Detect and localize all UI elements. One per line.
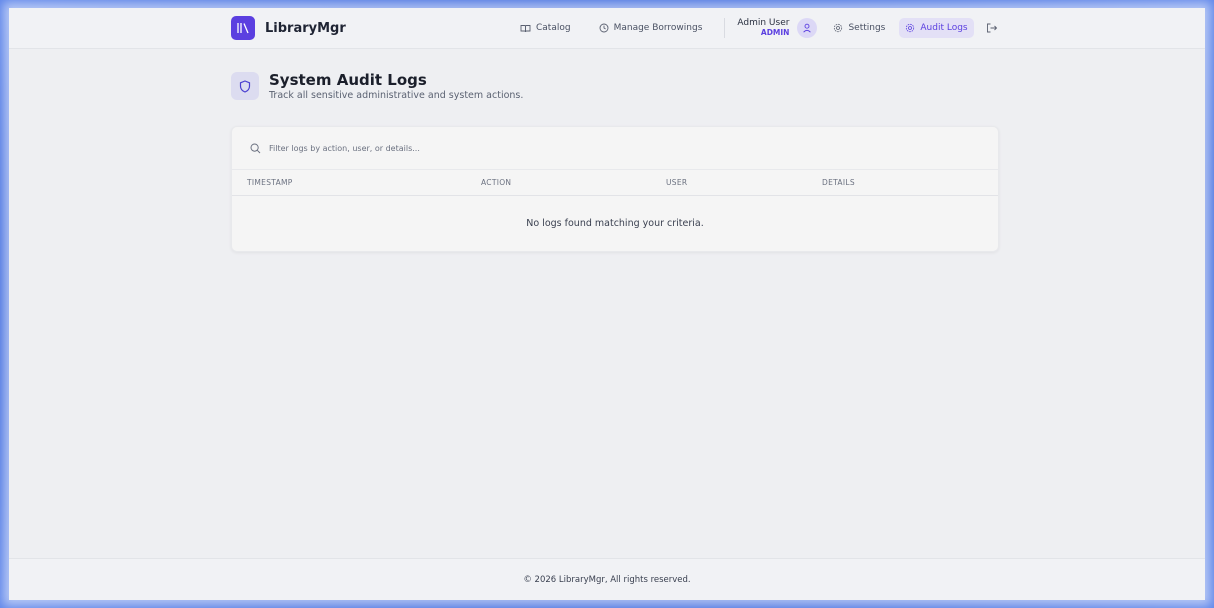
top-navbar: LibraryMgr Catalog Manage Borrowings Adm… xyxy=(9,8,1205,49)
nav-settings[interactable]: Settings xyxy=(827,18,891,38)
app-window: LibraryMgr Catalog Manage Borrowings Adm… xyxy=(9,8,1205,600)
nav-manage-borrowings-label: Manage Borrowings xyxy=(613,23,703,33)
user-icon xyxy=(803,23,812,33)
nav-audit-logs-label: Audit Logs xyxy=(920,23,968,33)
gear-icon xyxy=(906,23,915,33)
user-menu[interactable]: Admin User ADMIN xyxy=(737,18,818,38)
main-nav: Catalog Manage Borrowings Admin User ADM… xyxy=(514,18,1000,38)
filter-bar xyxy=(232,127,998,170)
column-header-action: ACTION xyxy=(481,178,512,187)
page-header: System Audit Logs Track all sensitive ad… xyxy=(231,72,523,101)
page-title: System Audit Logs xyxy=(269,71,427,89)
filter-logs-input[interactable] xyxy=(267,142,871,154)
logout-icon xyxy=(986,23,997,33)
shield-icon xyxy=(231,72,259,100)
logout-button[interactable] xyxy=(984,18,1000,38)
table-header: TIMESTAMP ACTION USER DETAILS xyxy=(232,170,998,196)
search-icon xyxy=(250,143,261,153)
column-header-details: DETAILS xyxy=(822,178,855,187)
column-header-timestamp: TIMESTAMP xyxy=(247,178,293,187)
empty-state-message: No logs found matching your criteria. xyxy=(526,217,704,229)
nav-catalog-label: Catalog xyxy=(536,23,571,33)
library-books-icon xyxy=(231,16,255,40)
page-subtitle: Track all sensitive administrative and s… xyxy=(269,90,524,101)
nav-settings-label: Settings xyxy=(848,23,886,33)
avatar[interactable] xyxy=(797,18,818,38)
user-role-badge: ADMIN xyxy=(760,28,790,37)
nav-manage-borrowings[interactable]: Manage Borrowings xyxy=(593,18,709,38)
gear-icon xyxy=(834,23,843,33)
user-name: Admin User xyxy=(737,18,790,28)
book-open-icon xyxy=(520,24,531,32)
footer-copyright: © 2026 LibraryMgr, All rights reserved. xyxy=(523,575,691,585)
brand[interactable]: LibraryMgr xyxy=(231,16,346,40)
column-header-user: USER xyxy=(666,178,688,187)
clock-icon xyxy=(599,23,609,33)
nav-audit-logs[interactable]: Audit Logs xyxy=(899,18,974,38)
nav-divider xyxy=(724,18,726,38)
brand-name: LibraryMgr xyxy=(265,20,346,36)
nav-catalog[interactable]: Catalog xyxy=(514,18,577,38)
audit-logs-card: TIMESTAMP ACTION USER DETAILS No logs fo… xyxy=(231,126,999,252)
footer: © 2026 LibraryMgr, All rights reserved. xyxy=(9,558,1205,600)
